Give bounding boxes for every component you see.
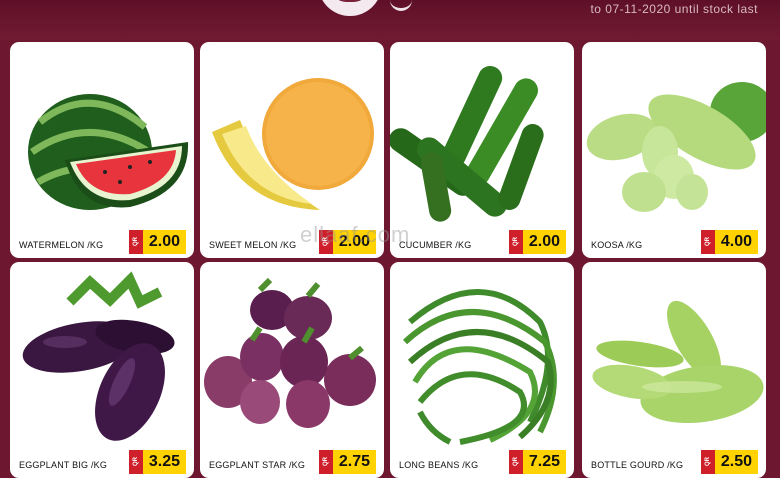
product-card-koosa[interactable]: KOOSA /KG QR 4.00 bbox=[582, 42, 766, 258]
price-value: 2.75 bbox=[332, 450, 376, 474]
price-tag: QR 4.00 bbox=[700, 230, 758, 254]
product-name: EGGPLANT STAR /KG bbox=[209, 460, 306, 470]
product-name: LONG BEANS /KG bbox=[399, 460, 479, 470]
product-card-eggplant-star[interactable]: EGGPLANT STAR /KG QR 2.75 bbox=[200, 262, 384, 478]
long-beans-image bbox=[402, 289, 557, 445]
product-name: BOTTLE GOURD /KG bbox=[591, 460, 684, 470]
currency-label: QR bbox=[700, 450, 715, 474]
product-name: KOOSA /KG bbox=[591, 240, 643, 250]
logo-swoosh bbox=[390, 0, 412, 11]
currency-label: QR bbox=[508, 450, 523, 474]
price-tag: QR 2.00 bbox=[128, 230, 186, 254]
koosa-image bbox=[586, 82, 766, 212]
product-card-cucumber[interactable]: CUCUMBER /KG QR 2.00 bbox=[390, 42, 574, 258]
currency-label: QR bbox=[128, 450, 143, 474]
product-card-watermelon[interactable]: WATERMELON /KG QR 2.00 bbox=[10, 42, 194, 258]
cucumber-image bbox=[390, 66, 544, 222]
price-tag: QR 2.00 bbox=[508, 230, 566, 254]
eggplant-star-image bbox=[204, 277, 376, 428]
price-value: 2.50 bbox=[714, 450, 758, 474]
store-logo bbox=[318, 0, 382, 16]
price-value: 3.25 bbox=[142, 450, 186, 474]
price-tag: QR 2.75 bbox=[318, 450, 376, 474]
currency-label: QR bbox=[700, 230, 715, 254]
offer-validity-text: to 07-11-2020 until stock last bbox=[590, 2, 758, 16]
product-card-eggplant-big[interactable]: EGGPLANT BIG /KG QR 3.25 bbox=[10, 262, 194, 478]
currency-label: QR bbox=[508, 230, 523, 254]
currency-label: QR bbox=[318, 450, 333, 474]
price-value: 2.00 bbox=[522, 230, 566, 254]
price-value: 4.00 bbox=[714, 230, 758, 254]
header-bar: to 07-11-2020 until stock last bbox=[0, 0, 780, 40]
currency-label: QR bbox=[128, 230, 143, 254]
product-card-long-beans[interactable]: LONG BEANS /KG QR 7.25 bbox=[390, 262, 574, 478]
price-tag: QR 2.50 bbox=[700, 450, 758, 474]
product-name: SWEET MELON /KG bbox=[209, 240, 297, 250]
sweet-melon-image bbox=[212, 78, 374, 210]
eggplant-big-image bbox=[22, 271, 175, 441]
price-tag: QR 3.25 bbox=[128, 450, 186, 474]
bottle-gourd-image bbox=[592, 300, 764, 424]
product-card-bottle-gourd[interactable]: BOTTLE GOURD /KG QR 2.50 bbox=[582, 262, 766, 478]
watermark: ellaaf.com bbox=[300, 222, 411, 247]
watermelon-image bbox=[28, 94, 189, 210]
product-name: EGGPLANT BIG /KG bbox=[19, 460, 108, 470]
price-tag: QR 7.25 bbox=[508, 450, 566, 474]
product-name: WATERMELON /KG bbox=[19, 240, 104, 250]
price-value: 7.25 bbox=[522, 450, 566, 474]
price-value: 2.00 bbox=[142, 230, 186, 254]
